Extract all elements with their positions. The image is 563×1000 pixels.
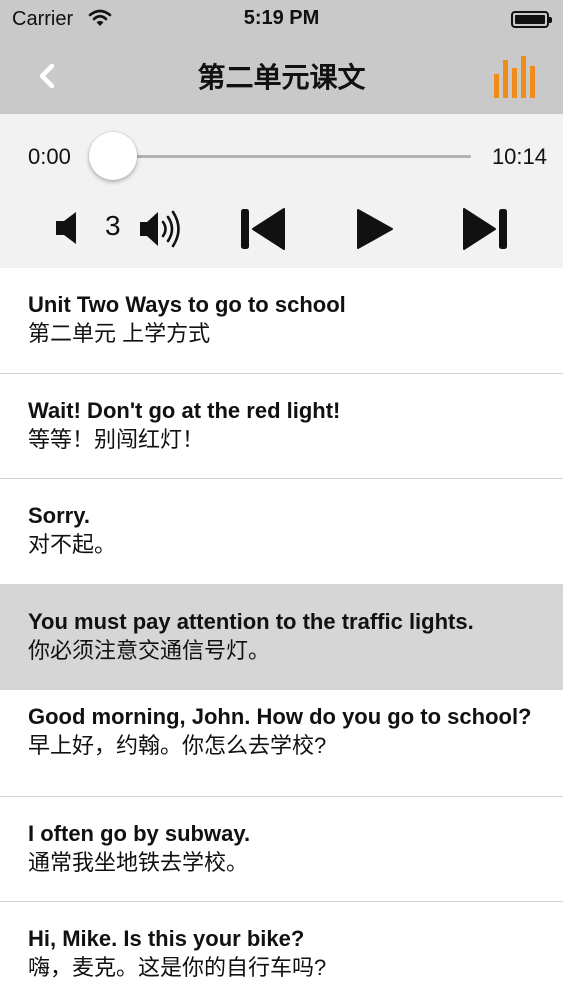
sentence-row[interactable]: Unit Two Ways to go to school 第二单元 上学方式 [0,268,563,374]
sentence-row[interactable]: Hi, Mike. Is this your bike? 嗨，麦克。这是你的自行… [0,902,563,1000]
sentence-row[interactable]: Wait! Don't go at the red light! 等等！别闯红灯… [0,374,563,479]
sentence-chinese: 第二单元 上学方式 [28,321,211,346]
volume-level: 3 [105,210,121,241]
skip-next-icon[interactable] [462,207,508,251]
sentence-row[interactable]: Sorry. 对不起。 [0,479,563,585]
status-bar: Carrier 5:19 PM [0,0,563,38]
sentence-list: Unit Two Ways to go to school 第二单元 上学方式 … [0,268,563,1000]
sentence-row[interactable]: Good morning, John. How do you go to sch… [0,690,563,797]
clock: 5:19 PM [243,7,320,29]
sentence-english: I often go by subway. [28,821,251,846]
sentence-chinese: 你必须注意交通信号灯。 [28,638,271,663]
equalizer-bars-icon[interactable] [493,54,537,98]
skip-previous-icon[interactable] [240,207,286,251]
sentence-chinese: 嗨，麦克。这是你的自行车吗? [28,955,327,980]
battery-icon [511,11,552,28]
navigation-bar: 第二单元课文 [0,38,563,114]
total-time: 10:14 [491,144,547,169]
sentence-row-selected[interactable]: You must pay attention to the traffic li… [0,585,563,690]
sentence-chinese: 通常我坐地铁去学校。 [28,850,249,875]
sentence-row[interactable]: I often go by subway. 通常我坐地铁去学校。 [0,797,563,902]
sentence-english: Unit Two Ways to go to school [28,292,346,317]
progress-track[interactable] [100,155,471,158]
sentence-chinese: 对不起。 [28,532,117,557]
sentence-english: Wait! Don't go at the red light! [28,398,341,423]
sentence-chinese: 等等！别闯红灯！ [28,427,205,452]
progress-slider-thumb[interactable] [89,132,137,180]
sentence-english: Hi, Mike. Is this your bike? [28,926,305,951]
current-time: 0:00 [28,144,71,169]
play-icon[interactable] [356,208,394,250]
volume-up-icon[interactable] [138,207,190,251]
sentence-english: Sorry. [28,503,90,528]
sentence-chinese: 早上好，约翰。你怎么去学校? [28,733,327,758]
audio-player: 0:00 10:14 3 [0,114,563,268]
volume-down-icon[interactable] [54,210,82,246]
sentence-english: Good morning, John. How do you go to sch… [28,704,532,729]
page-title: 第二单元课文 [197,62,366,93]
sentence-english: You must pay attention to the traffic li… [28,609,474,634]
